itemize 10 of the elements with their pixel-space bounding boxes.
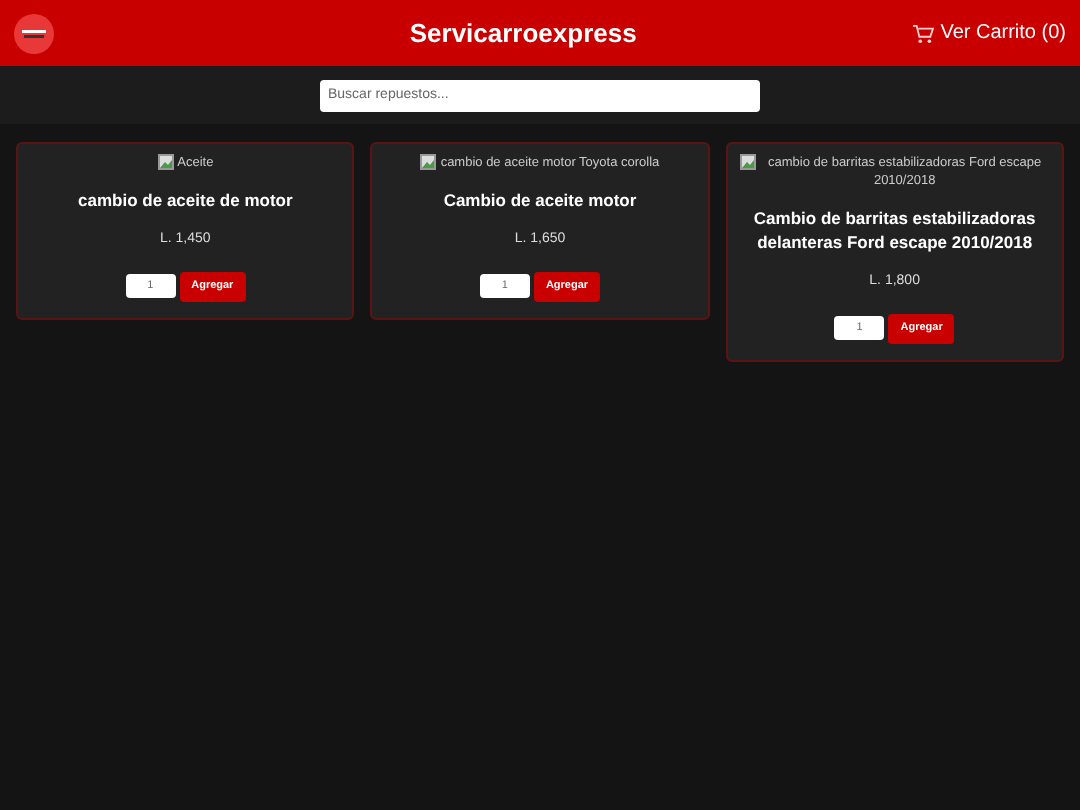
broken-image-icon (739, 154, 756, 170)
cart-link[interactable]: Ver Carrito (0) (912, 18, 1066, 48)
product-name: Cambio de aceite motor (443, 188, 637, 212)
broken-image-icon (420, 154, 437, 170)
logo-icon (14, 13, 54, 53)
product-name: Cambio de barritas estabilizadoras delanteras Ford escape 2010/2018 (751, 206, 1038, 254)
site-title: Servicarroexpress (409, 15, 637, 52)
cart-icon (912, 23, 935, 43)
product-name: cambio de aceite de motor (78, 188, 293, 212)
broken-image-icon (157, 154, 174, 170)
